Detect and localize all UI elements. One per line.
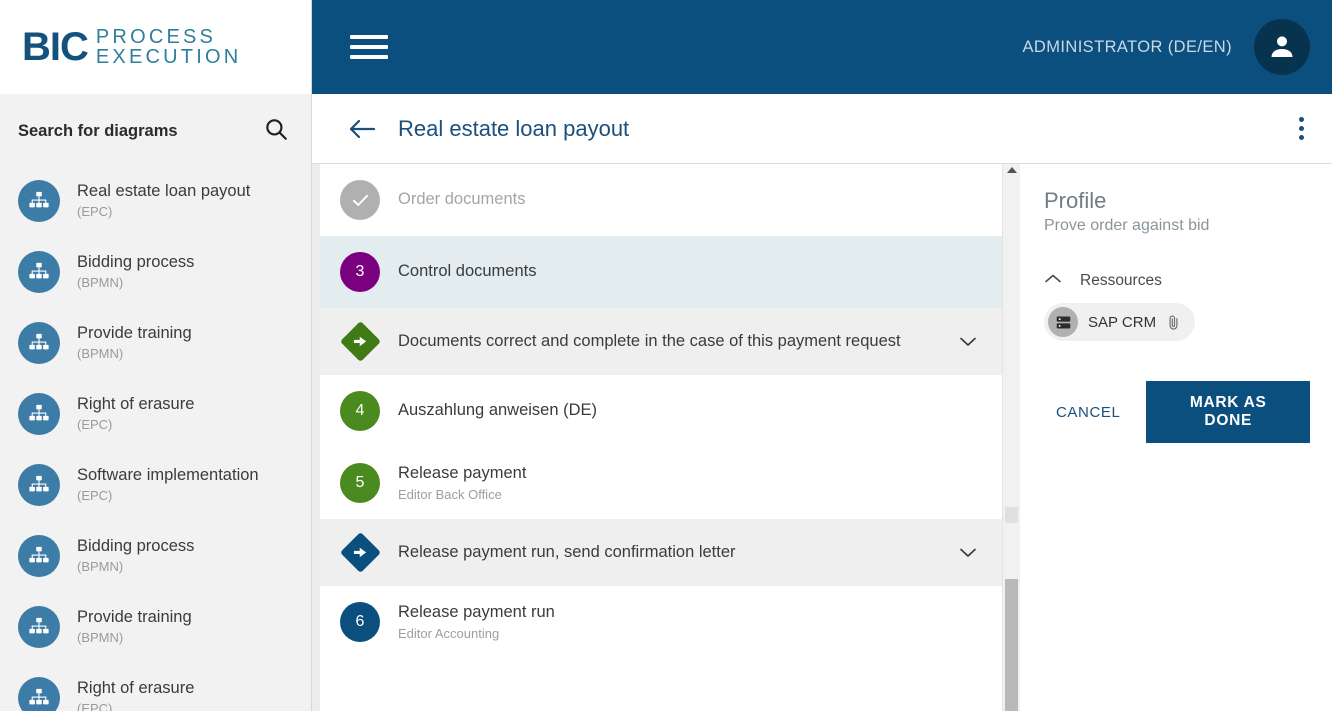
diagram-hierarchy-icon — [18, 250, 60, 293]
sidebar-item-type: (EPC) — [77, 203, 113, 219]
task-subtitle: Editor Accounting — [398, 625, 500, 641]
ressources-section-header[interactable]: Ressources — [1044, 272, 1310, 290]
task-row[interactable]: Documents correct and complete in the ca… — [320, 308, 1002, 375]
back-arrow-icon[interactable] — [348, 118, 376, 140]
main-header: Real estate loan payout — [312, 94, 1332, 164]
page-title: Real estate loan payout — [398, 115, 630, 141]
top-bar-right: ADMINISTRATOR (DE/EN) — [1023, 19, 1310, 75]
sidebar-item-name: Bidding process — [77, 253, 195, 272]
task-step-number: 3 — [340, 252, 380, 292]
top-bar-main: ADMINISTRATOR (DE/EN) — [312, 0, 1332, 94]
more-options-icon[interactable] — [1289, 111, 1314, 146]
server-database-icon — [1048, 307, 1078, 338]
sidebar-item-name: Right of erasure — [77, 395, 195, 414]
profile-panel-subtitle: Prove order against bid — [1044, 217, 1210, 235]
task-title: Release payment — [398, 463, 527, 482]
search-icon[interactable] — [263, 116, 289, 147]
sidebar-item-6[interactable]: Provide training (BPMN) — [0, 591, 311, 662]
body-region: Search for diagrams Real estate loan pay… — [0, 94, 1332, 711]
task-row[interactable]: Order documents — [320, 164, 1002, 236]
scrollbar-notch — [1005, 507, 1018, 523]
sidebar-item-type: (BPMN) — [77, 629, 124, 645]
profile-panel-actions: CANCEL MARK AS DONE — [1044, 381, 1310, 444]
scroll-up-arrow-icon[interactable] — [1006, 167, 1017, 173]
search-label: Search for diagrams — [18, 122, 178, 140]
sidebar-item-type: (BPMN) — [77, 274, 124, 290]
task-title: Release payment run — [398, 602, 555, 621]
sidebar-item-1[interactable]: Bidding process (BPMN) — [0, 236, 311, 307]
sidebar-item-type: (EPC) — [77, 487, 113, 503]
logo-execution-text: EXECUTION — [95, 46, 242, 68]
search-bar[interactable]: Search for diagrams — [0, 94, 311, 163]
task-step-number: 5 — [340, 463, 380, 503]
diagram-hierarchy-icon — [18, 321, 60, 364]
hamburger-menu-icon[interactable] — [350, 29, 388, 65]
diagram-hierarchy-icon — [18, 392, 60, 435]
content-row: Order documents 3 Control documents Docume… — [312, 164, 1332, 711]
main-content: Real estate loan payout Order documents 3… — [312, 94, 1332, 711]
user-label: ADMINISTRATOR (DE/EN) — [1022, 37, 1232, 56]
sidebar-item-0[interactable]: Real estate loan payout (EPC) — [0, 165, 311, 236]
sidebar-item-name: Real estate loan payout — [77, 182, 251, 201]
task-list: Order documents 3 Control documents Docume… — [320, 164, 1002, 711]
sidebar-item-4[interactable]: Software implementation (EPC) — [0, 449, 311, 520]
paperclip-icon[interactable] — [1166, 314, 1181, 331]
diagram-hierarchy-icon — [18, 605, 60, 648]
sidebar-item-name: Bidding process — [77, 537, 195, 556]
diagram-hierarchy-icon — [18, 676, 60, 711]
task-list-scrollbar[interactable] — [1002, 164, 1020, 711]
diagram-list: Real estate loan payout (EPC) Bidding pro… — [0, 163, 311, 711]
diagram-hierarchy-icon — [18, 534, 60, 577]
task-title: Order documents — [398, 190, 526, 209]
task-title: Auszahlung anweisen (DE) — [398, 401, 598, 420]
sidebar-item-3[interactable]: Right of erasure (EPC) — [0, 378, 311, 449]
chevron-down-icon[interactable] — [958, 546, 978, 559]
chevron-down-icon[interactable] — [958, 335, 978, 348]
chevron-up-icon — [1044, 272, 1062, 290]
task-row[interactable]: 3 Control documents — [320, 236, 1002, 308]
sidebar-item-type: (BPMN) — [77, 558, 124, 574]
resource-chip[interactable]: SAP CRM — [1044, 303, 1196, 342]
gateway-diamond-icon — [339, 320, 381, 363]
sidebar-item-type: (BPMN) — [77, 345, 124, 361]
sidebar-item-type: (EPC) — [77, 700, 113, 711]
task-step-number: 6 — [340, 602, 380, 642]
task-list-region: Order documents 3 Control documents Docume… — [312, 164, 1020, 711]
sidebar-item-type: (EPC) — [77, 416, 113, 432]
profile-panel: Profile Prove order against bid Ressourc… — [1020, 164, 1332, 711]
task-step-number: 4 — [340, 391, 380, 431]
task-row[interactable]: 6 Release payment run Editor Accounting — [320, 586, 1002, 658]
sidebar-item-5[interactable]: Bidding process (BPMN) — [0, 520, 311, 591]
task-title: Release payment run, send confirmation l… — [398, 542, 736, 561]
gateway-diamond-icon — [339, 531, 381, 574]
sidebar-item-name: Provide training — [77, 608, 192, 627]
mark-as-done-button[interactable]: MARK AS DONE — [1146, 381, 1310, 444]
task-row[interactable]: Release payment run, send confirmation l… — [320, 519, 1002, 586]
task-row[interactable]: 4 Auszahlung anweisen (DE) — [320, 375, 1002, 447]
logo-bic-text: BIC — [22, 25, 89, 69]
resource-label: SAP CRM — [1088, 313, 1157, 331]
sidebar-item-2[interactable]: Provide training (BPMN) — [0, 307, 311, 378]
task-done-icon — [340, 180, 380, 220]
logo-process-text: PROCESS — [95, 26, 217, 48]
sidebar-item-7[interactable]: Right of erasure (EPC) — [0, 662, 311, 711]
sidebar: Search for diagrams Real estate loan pay… — [0, 94, 312, 711]
application-window: BIC PROCESS EXECUTION ADMINISTRATOR (DE/… — [0, 0, 1332, 711]
task-title: Documents correct and complete in the ca… — [398, 331, 901, 350]
sidebar-item-name: Right of erasure — [77, 679, 195, 698]
task-subtitle: Editor Back Office — [398, 486, 502, 502]
ressources-label: Ressources — [1080, 272, 1162, 290]
brand-logo[interactable]: BIC PROCESS EXECUTION — [0, 0, 312, 94]
cancel-button[interactable]: CANCEL — [1044, 394, 1132, 431]
sidebar-item-name: Software implementation — [77, 466, 259, 485]
scrollbar-thumb[interactable] — [1005, 579, 1018, 711]
profile-panel-title: Profile — [1044, 188, 1107, 213]
diagram-hierarchy-icon — [18, 179, 60, 222]
sidebar-item-name: Provide training — [77, 324, 192, 343]
task-title: Control documents — [398, 262, 537, 281]
diagram-hierarchy-icon — [18, 463, 60, 506]
top-bar: BIC PROCESS EXECUTION ADMINISTRATOR (DE/… — [0, 0, 1332, 94]
task-row[interactable]: 5 Release payment Editor Back Office — [320, 447, 1002, 519]
user-avatar-icon[interactable] — [1254, 19, 1310, 75]
